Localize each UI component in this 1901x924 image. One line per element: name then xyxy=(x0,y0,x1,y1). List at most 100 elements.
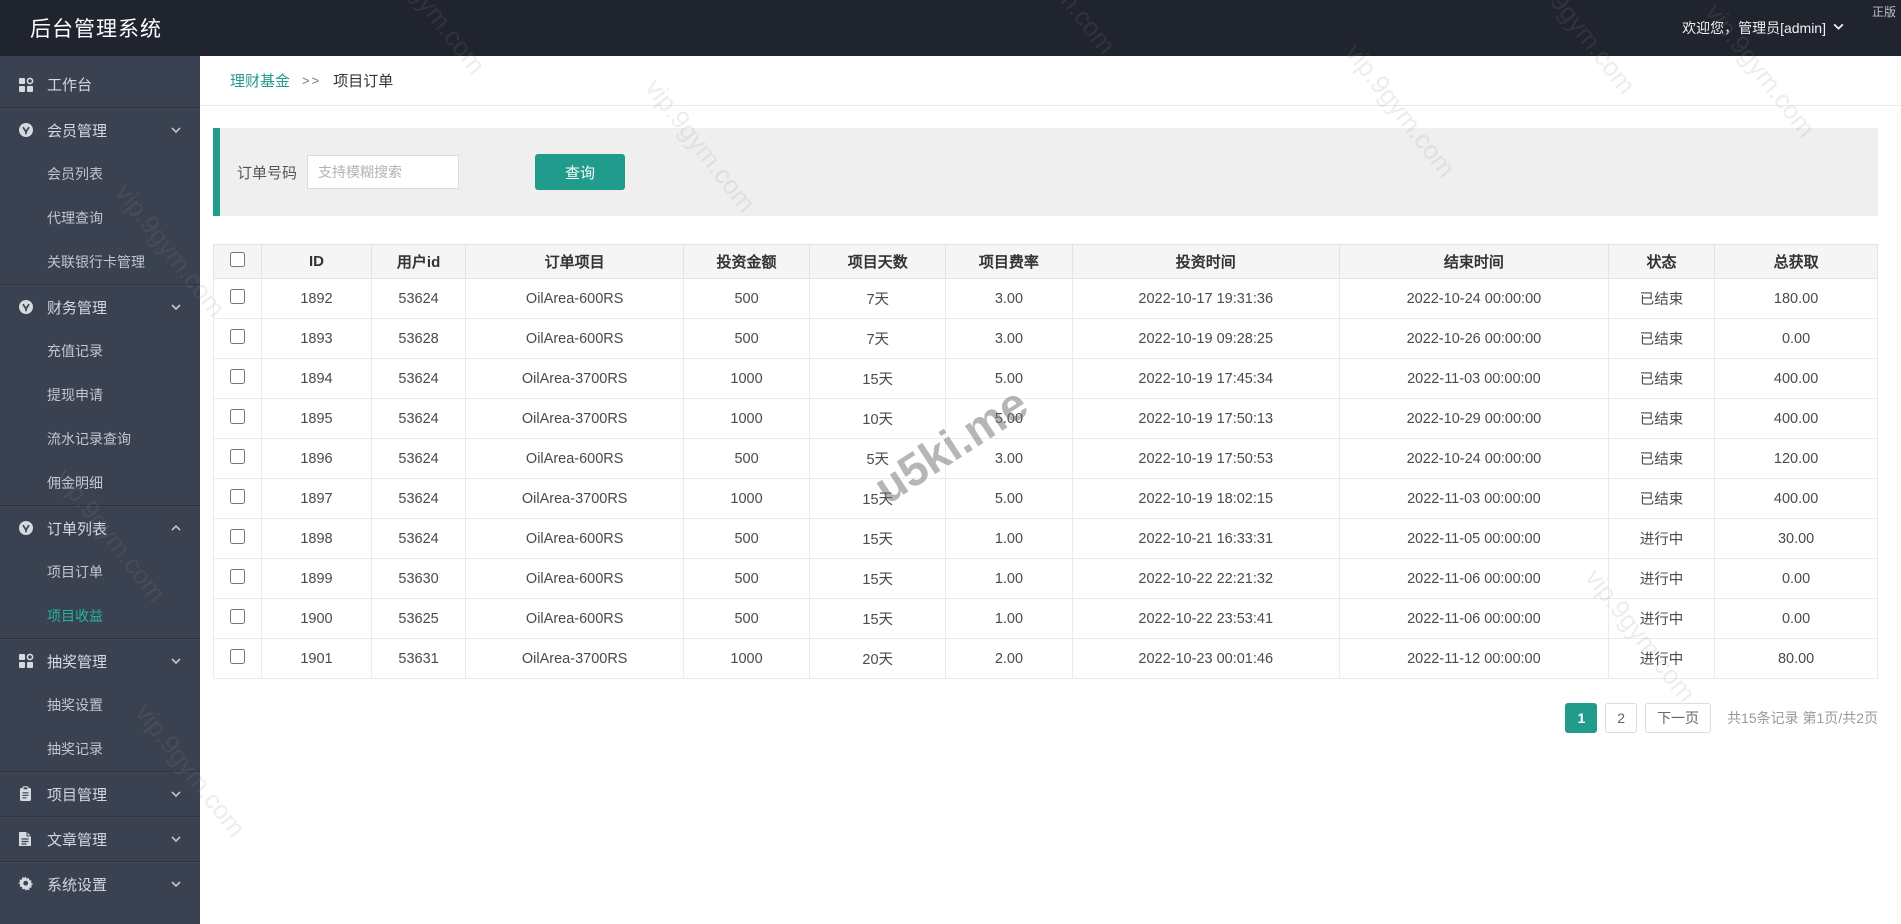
breadcrumb-parent-link[interactable]: 理财基金 xyxy=(230,70,290,91)
column-header: 状态 xyxy=(1607,244,1716,279)
table-cell: OilArea-3700RS xyxy=(465,638,684,679)
table-cell: 120.00 xyxy=(1714,438,1878,479)
sidebar-item-commission-details[interactable]: 佣金明细 xyxy=(0,461,200,505)
table-row: 1893 53628 OilArea-600RS 500 7天 3.00 2022-10-1… xyxy=(212,318,1878,359)
select-all-header-cell xyxy=(212,244,263,279)
sidebar-item-withdrawal-requests[interactable]: 提现申请 xyxy=(0,373,200,417)
table-cell: 1899 xyxy=(261,558,372,599)
page-button-2[interactable]: 2 xyxy=(1605,703,1638,733)
row-checkbox[interactable] xyxy=(230,609,246,624)
sidebar-item-lottery-records[interactable]: 抽奖记录 xyxy=(0,727,200,771)
sidebar-item-project-earnings[interactable]: 项目收益 xyxy=(0,594,200,638)
row-checkbox-cell xyxy=(212,278,263,319)
table-cell: 进行中 xyxy=(1607,598,1716,639)
table-cell: 1896 xyxy=(261,438,372,479)
table-cell: 2022-10-17 19:31:36 xyxy=(1071,278,1340,319)
table-cell: OilArea-600RS xyxy=(465,318,684,359)
sidebar-item-label: 流水记录查询 xyxy=(47,431,131,447)
row-checkbox[interactable] xyxy=(230,329,246,344)
sidebar-item-article-management[interactable]: 文章管理 xyxy=(0,816,200,861)
user-menu[interactable]: 欢迎您，管理员[admin] xyxy=(1682,18,1845,38)
table-row: 1894 53624 OilArea-3700RS 1000 15天 5.00 2022-1… xyxy=(212,358,1878,399)
sidebar-item-project-orders[interactable]: 项目订单 xyxy=(0,550,200,594)
column-header: 用户id xyxy=(370,244,467,279)
chevron-down-icon xyxy=(170,788,182,800)
grid-icon xyxy=(18,77,36,93)
table-cell: 2022-10-21 16:33:31 xyxy=(1071,518,1340,559)
row-checkbox[interactable] xyxy=(230,409,246,424)
table-cell: 400.00 xyxy=(1714,478,1878,519)
sidebar-item-label: 项目订单 xyxy=(47,564,103,580)
row-checkbox[interactable] xyxy=(230,369,246,384)
table-cell: 2.00 xyxy=(945,638,1073,679)
table-cell: 500 xyxy=(682,278,811,319)
column-header: 结束时间 xyxy=(1338,244,1609,279)
sidebar-item-agent-query[interactable]: 代理查询 xyxy=(0,196,200,240)
sidebar-item-label: 会员列表 xyxy=(47,166,103,182)
grid-icon xyxy=(18,653,36,669)
breadcrumb-separator: >> xyxy=(302,73,322,88)
row-checkbox[interactable] xyxy=(230,529,246,544)
table-row: 1896 53624 OilArea-600RS 500 5天 3.00 2022-10-1… xyxy=(212,438,1878,479)
table-cell: 500 xyxy=(682,318,811,359)
query-button[interactable]: 查询 xyxy=(535,154,626,190)
sidebar: 工作台 会员管理会员列表代理查询关联银行卡管理财务管理 充值记录 提现申请流水记录查询… xyxy=(0,56,200,924)
next-page-button[interactable]: 下一页 xyxy=(1645,703,1712,733)
row-checkbox-cell xyxy=(212,318,263,359)
table-cell: 1.00 xyxy=(945,558,1073,599)
table-cell: 10天 xyxy=(809,398,947,439)
page-button-1[interactable]: 1 xyxy=(1565,703,1598,733)
table-cell: 53631 xyxy=(370,638,467,679)
row-checkbox-cell xyxy=(212,598,263,639)
sidebar-item-order-list[interactable]: 订单列表 xyxy=(0,505,200,550)
table-cell: 已结束 xyxy=(1607,278,1716,319)
select-all-checkbox[interactable] xyxy=(230,252,246,267)
sidebar-item-recharge-records[interactable]: 充值记录 xyxy=(0,329,200,373)
sidebar-item-bank-card-management[interactable]: 关联银行卡管理 xyxy=(0,240,200,284)
table-cell: 53628 xyxy=(370,318,467,359)
table-row: 1897 53624 OilArea-3700RS 1000 15天 5.00 2022-1… xyxy=(212,478,1878,519)
table-cell: 2022-10-24 00:00:00 xyxy=(1338,278,1609,319)
chevron-down-icon xyxy=(170,833,182,845)
table-cell: 0.00 xyxy=(1714,318,1878,359)
table-cell: 3.00 xyxy=(945,318,1073,359)
sidebar-item-workbench[interactable]: 工作台 xyxy=(0,62,200,107)
row-checkbox-cell xyxy=(212,478,263,519)
row-checkbox[interactable] xyxy=(230,649,246,664)
sidebar-item-lottery-management[interactable]: 抽奖管理 xyxy=(0,638,200,683)
sidebar-item-lottery-settings[interactable]: 抽奖设置 xyxy=(0,683,200,727)
sidebar-item-finance-management[interactable]: 财务管理 xyxy=(0,284,200,329)
sidebar-item-member-management[interactable]: 会员管理 xyxy=(0,107,200,152)
row-checkbox[interactable] xyxy=(230,489,246,504)
search-panel: 订单号码 查询 xyxy=(213,128,1878,216)
table-cell: 2022-11-06 00:00:00 xyxy=(1338,558,1609,599)
row-checkbox-cell xyxy=(212,398,263,439)
sidebar-item-system-settings[interactable]: 系统设置 xyxy=(0,861,200,906)
table-cell: 2022-11-03 00:00:00 xyxy=(1338,358,1609,399)
sidebar-item-label: 关联银行卡管理 xyxy=(47,254,145,270)
sidebar-item-project-management[interactable]: 项目管理 xyxy=(0,771,200,816)
order-number-input[interactable] xyxy=(307,155,460,189)
row-checkbox[interactable] xyxy=(230,449,246,464)
table-cell: 进行中 xyxy=(1607,518,1716,559)
main-content: 理财基金 >> 项目订单 订单号码 查询 ID用户id订单项目投资金额项目天数项… xyxy=(200,56,1901,924)
chevron-down-icon xyxy=(170,655,182,667)
search-label: 订单号码 xyxy=(237,164,298,182)
badge-icon xyxy=(18,299,36,315)
chevron-down-icon xyxy=(1832,20,1845,36)
table-cell: 7天 xyxy=(809,278,947,319)
row-checkbox[interactable] xyxy=(230,569,246,584)
table-cell: 2022-11-06 00:00:00 xyxy=(1338,598,1609,639)
sidebar-item-transaction-records[interactable]: 流水记录查询 xyxy=(0,417,200,461)
table-row: 1892 53624 OilArea-600RS 500 7天 3.00 2022-10-1… xyxy=(212,278,1878,319)
table-cell: 2022-10-19 17:50:13 xyxy=(1071,398,1340,439)
sidebar-item-label: 抽奖管理 xyxy=(47,653,108,671)
badge-icon xyxy=(18,122,36,138)
table-cell: 15天 xyxy=(809,518,947,559)
row-checkbox[interactable] xyxy=(230,289,246,304)
sidebar-item-member-list[interactable]: 会员列表 xyxy=(0,152,200,196)
content-area: 订单号码 查询 ID用户id订单项目投资金额项目天数项目费率投资时间结束时间状态… xyxy=(200,106,1901,733)
table-cell: 5.00 xyxy=(945,358,1073,399)
table-cell: 2022-10-29 00:00:00 xyxy=(1338,398,1609,439)
table-cell: 15天 xyxy=(809,598,947,639)
